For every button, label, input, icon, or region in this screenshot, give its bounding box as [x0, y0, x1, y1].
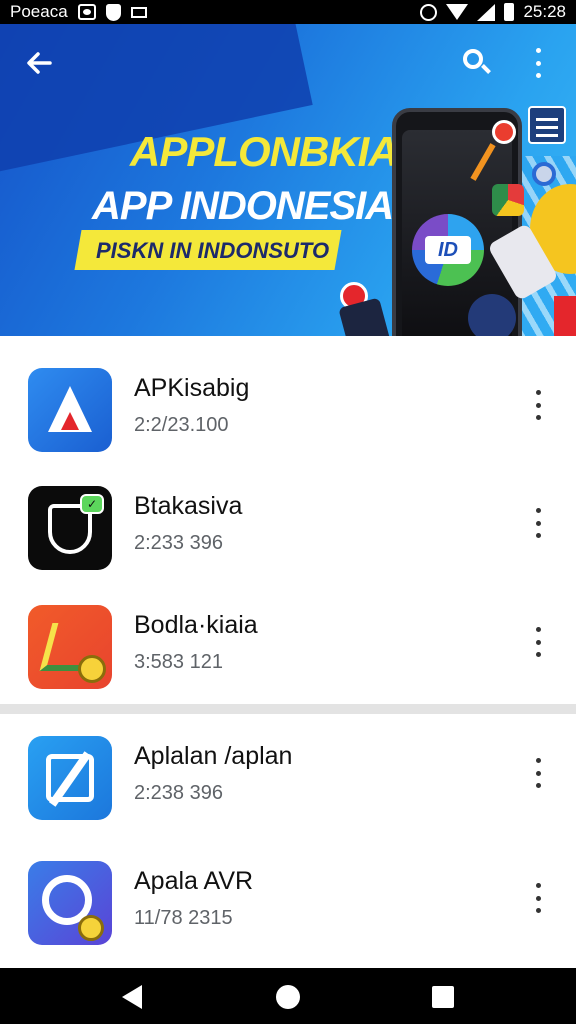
search-button[interactable]: [460, 46, 494, 80]
nav-back-button[interactable]: [122, 985, 142, 1009]
system-nav-bar: [0, 968, 576, 1024]
arrow-left-icon: [27, 52, 52, 74]
app-name: Apala AVR: [134, 867, 254, 895]
app-shield-icon: ✓: [28, 486, 112, 570]
alarm-icon: [420, 3, 438, 21]
battery-icon: [504, 3, 515, 21]
wifi-icon: [446, 4, 469, 20]
banner-decor-red: [554, 296, 576, 336]
hero-banner: APPLONBKIAI APP INDONESIA PISKN IN INDON…: [0, 24, 576, 336]
id-logo-icon: ID: [412, 214, 484, 286]
app-name: Bodla·kiaia: [134, 611, 258, 639]
list-item[interactable]: ✓ Btakasiva 2:233 396: [0, 454, 576, 570]
banner-subtitle: PISKN IN INDONSUTO: [96, 238, 330, 263]
status-bar: Poeaca 25:28: [0, 0, 576, 24]
overflow-menu-button[interactable]: [528, 48, 548, 78]
app-meta: 3:583 121: [134, 651, 223, 673]
more-vert-icon: [535, 48, 541, 53]
pin-icon: [492, 120, 516, 144]
more-vert-icon: [535, 508, 541, 513]
status-left: Poeaca: [10, 2, 147, 22]
app-ring-icon: [28, 861, 112, 945]
app-edit-icon: [28, 736, 112, 820]
banner-title-line2: APP INDONESIA: [92, 184, 394, 228]
dark-badge-icon: [468, 294, 516, 336]
item-more-button[interactable]: [532, 883, 544, 913]
more-vert-icon: [535, 627, 541, 632]
app-name: Aplalan /aplan: [134, 742, 293, 770]
app-chart-coin-icon: [28, 605, 112, 689]
item-more-button[interactable]: [532, 508, 544, 538]
nav-home-button[interactable]: [276, 985, 300, 1009]
list-item[interactable]: Bodla·kiaia 3:583 121: [0, 573, 576, 689]
app-meta: 2:2/23.100: [134, 414, 229, 436]
banner-title-line1: APPLONBKIAI: [130, 128, 409, 175]
eye-icon: [532, 162, 556, 186]
list-item[interactable]: Apala AVR 11/78 2315: [0, 829, 576, 945]
more-vert-icon: [535, 390, 541, 395]
more-vert-icon: [535, 758, 541, 763]
status-time: 25:28: [523, 2, 566, 21]
search-icon-handle: [481, 64, 491, 74]
signal-icon: [477, 3, 496, 21]
item-more-button[interactable]: [532, 390, 544, 420]
list-item[interactable]: APKisabig 2:2/23.100: [0, 336, 576, 452]
list-item[interactable]: Aplalan /aplan 2:238 396: [0, 704, 576, 820]
back-button[interactable]: [22, 46, 56, 80]
document-icon: [528, 106, 566, 144]
image-icon: [130, 6, 147, 18]
id-logo-text: ID: [425, 236, 471, 264]
pie-chart-icon: [492, 184, 524, 216]
carrier-label: Poeaca: [10, 2, 68, 21]
app-a-icon: [28, 368, 112, 452]
app-meta: 11/78 2315: [134, 907, 233, 929]
app-name: Btakasiva: [134, 492, 243, 520]
notification-box-icon: [77, 4, 96, 20]
nav-recents-button[interactable]: [432, 986, 454, 1008]
more-vert-icon: [535, 883, 541, 888]
status-right: 25:28: [420, 2, 566, 22]
item-more-button[interactable]: [532, 627, 544, 657]
item-more-button[interactable]: [532, 758, 544, 788]
app-meta: 2:238 396: [134, 782, 223, 804]
app-name: APKisabig: [134, 374, 250, 402]
shield-icon: [105, 3, 121, 21]
app-meta: 2:233 396: [134, 532, 223, 554]
